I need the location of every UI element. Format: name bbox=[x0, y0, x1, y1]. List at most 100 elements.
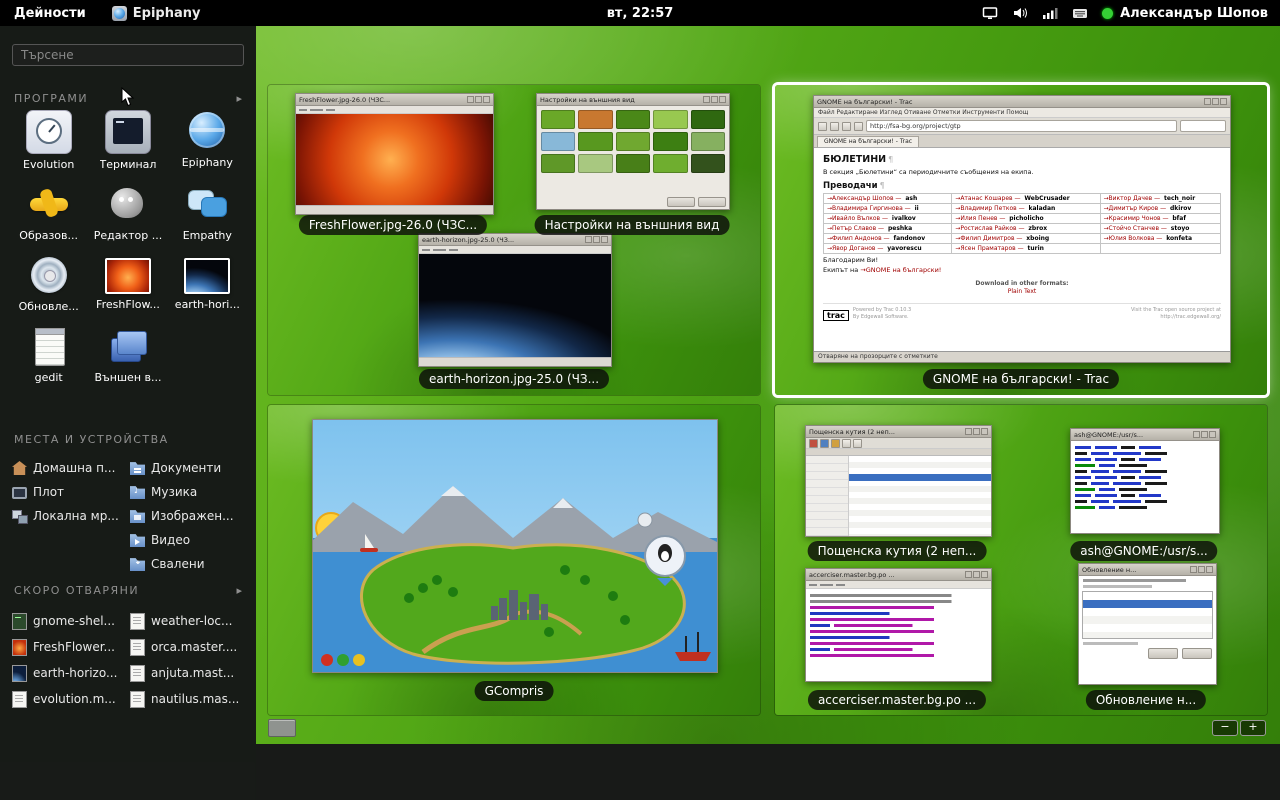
recent-item[interactable]: FreshFlower... bbox=[12, 634, 124, 660]
translator-cell: →Явор Доганов — yavorescu bbox=[824, 244, 952, 254]
gcompris-scene bbox=[313, 420, 717, 672]
workspace-4[interactable]: Пощенска кутия (2 неп... ash@GNOME:/usr/… bbox=[775, 405, 1267, 715]
app-item-gcompris[interactable]: Образов... bbox=[9, 183, 88, 242]
app-item-gimp[interactable]: Редактор ... bbox=[88, 183, 167, 242]
recent-item[interactable]: orca.master.... bbox=[130, 634, 248, 660]
team-link: →GNOME на български! bbox=[860, 266, 941, 274]
window-label: Обновление н... bbox=[1086, 690, 1206, 710]
window-mail[interactable]: Пощенска кутия (2 неп... bbox=[805, 425, 992, 537]
empathy-chat-icon bbox=[185, 183, 229, 225]
place-item-documents[interactable]: Документи bbox=[130, 456, 248, 480]
window-appearance-settings[interactable]: Настройки на външния вид bbox=[536, 93, 730, 210]
zoom-in-button[interactable]: + bbox=[1240, 720, 1266, 736]
app-item-gedit[interactable]: gedit bbox=[9, 325, 88, 384]
place-item-downloads[interactable]: Свалени bbox=[130, 552, 248, 576]
translator-cell: →Ивайло Вълков — ivalkov bbox=[824, 214, 952, 224]
dialog-button bbox=[1182, 648, 1212, 659]
places-header: МЕСТА И УСТРОЙСТВА bbox=[14, 433, 169, 446]
workspace-2[interactable]: GNOME на български! - Trac Файл Редактир… bbox=[775, 85, 1267, 395]
translator-cell: →Красимир Чонов — bfaf bbox=[1100, 214, 1220, 224]
volume-icon[interactable] bbox=[1012, 5, 1028, 21]
network-signal-icon[interactable] bbox=[1042, 5, 1058, 21]
workspace-switcher-handle[interactable] bbox=[268, 719, 296, 737]
window-title: earth-horizon.jpg-25.0 (ЧЗ... bbox=[422, 236, 583, 244]
window-label: ash@GNOME:/usr/s... bbox=[1070, 541, 1217, 561]
app-item-terminal[interactable]: Терминал bbox=[88, 110, 167, 171]
dialog-button bbox=[1148, 648, 1178, 659]
search-input[interactable] bbox=[12, 44, 244, 66]
window-title: ash@GNOME:/usr/s... bbox=[1074, 431, 1191, 439]
app-item-empathy[interactable]: Empathy bbox=[168, 183, 247, 242]
window-browser-trac[interactable]: GNOME на български! - Trac Файл Редактир… bbox=[813, 95, 1231, 363]
translator-cell: →Петър Славов — peshka bbox=[824, 224, 952, 234]
place-item-network[interactable]: Локална мр... bbox=[12, 504, 124, 528]
user-name: Александър Шопов bbox=[1120, 6, 1268, 21]
place-item-music[interactable]: Музика bbox=[130, 480, 248, 504]
recent-item[interactable]: gnome-shel... bbox=[12, 608, 124, 634]
download-formats: Download in other formats: Plain Text bbox=[823, 280, 1221, 295]
window-freshflower-viewer[interactable]: FreshFlower.jpg-26.0 (ЧЗС... bbox=[295, 93, 494, 215]
anchor-icon: ¶ bbox=[880, 181, 885, 190]
app-item-evolution[interactable]: Evolution bbox=[9, 110, 88, 171]
search-field bbox=[1180, 120, 1226, 132]
keyboard-input-icon[interactable] bbox=[1072, 5, 1088, 21]
workspace-3[interactable]: GCompris bbox=[268, 405, 760, 715]
desktop-icon bbox=[12, 487, 27, 499]
user-menu[interactable]: Александър Шопов bbox=[1102, 6, 1268, 21]
top-bar: Дейности Epiphany вт, 22:57 Александър bbox=[0, 0, 1280, 26]
window-earth-viewer[interactable]: earth-horizon.jpg-25.0 (ЧЗ... bbox=[418, 233, 612, 367]
network-icon bbox=[12, 509, 27, 523]
mail-list-area bbox=[806, 456, 991, 536]
menu-bar bbox=[419, 246, 611, 254]
programs-expander-icon[interactable]: ▸ bbox=[236, 92, 242, 105]
browser-menu-bar: Файл Редактиране Изглед Отиване Отметки … bbox=[814, 108, 1230, 118]
window-terminal[interactable]: ash@GNOME:/usr/s... bbox=[1070, 428, 1220, 534]
documents-folder-icon bbox=[130, 461, 145, 475]
window-title: GNOME на български! - Trac bbox=[817, 98, 1202, 106]
bulletins-paragraph: В секция „Бюлетини“ са периодичните съоб… bbox=[823, 168, 1221, 176]
window-title: Настройки на външния вид bbox=[540, 96, 701, 104]
window-label: earth-horizon.jpg-25.0 (ЧЗ... bbox=[419, 369, 609, 389]
display-icon[interactable] bbox=[982, 5, 998, 21]
update-dialog-content bbox=[1079, 576, 1216, 684]
app-item-earth-horizon[interactable]: earth-hori... bbox=[168, 254, 247, 313]
browser-status-bar: Отваряне на прозорците с отметките bbox=[814, 351, 1230, 362]
app-item-updates[interactable]: Обновле... bbox=[9, 254, 88, 313]
trac-page-content: БЮЛЕТИНИ¶ В секция „Бюлетини“ са периоди… bbox=[814, 148, 1230, 351]
url-bar: http://fsa-bg.org/project/gtp bbox=[866, 120, 1177, 132]
tab-strip: GNOME на български! - Trac bbox=[814, 135, 1230, 148]
recent-item[interactable]: weather-loc... bbox=[130, 608, 248, 634]
window-label: GNOME на български! - Trac bbox=[923, 369, 1119, 389]
place-item-home[interactable]: Домашна п... bbox=[12, 456, 124, 480]
terminal-icon bbox=[105, 110, 151, 154]
window-po-editor[interactable]: accerciser.master.bg.po ... bbox=[805, 568, 992, 682]
translator-cell: →Ясен Праматаров — turin bbox=[952, 244, 1100, 254]
recent-item[interactable]: evolution.m... bbox=[12, 686, 124, 712]
app-menu-label: Epiphany bbox=[133, 6, 201, 21]
place-item-pictures[interactable]: Изображен... bbox=[130, 504, 248, 528]
external-drive-icon bbox=[106, 325, 150, 367]
recent-item[interactable]: earth-horizo... bbox=[12, 660, 124, 686]
places-column-left: Домашна п... Плот Локална мр... bbox=[12, 456, 124, 528]
translator-cell bbox=[1100, 244, 1220, 254]
recent-item[interactable]: nautilus.mas... bbox=[130, 686, 248, 712]
recent-item[interactable]: anjuta.mast... bbox=[130, 660, 248, 686]
place-item-desktop[interactable]: Плот bbox=[12, 480, 124, 504]
window-title: accerciser.master.bg.po ... bbox=[809, 571, 963, 579]
place-item-videos[interactable]: Видео bbox=[130, 528, 248, 552]
status-bar bbox=[419, 357, 611, 366]
recent-expander-icon[interactable]: ▸ bbox=[236, 584, 242, 597]
window-update-manager[interactable]: Обновление н... bbox=[1078, 563, 1217, 685]
app-item-epiphany[interactable]: Epiphany bbox=[168, 110, 247, 171]
workspace-1[interactable]: FreshFlower.jpg-26.0 (ЧЗС... Настройки н… bbox=[268, 85, 760, 395]
clock[interactable]: вт, 22:57 bbox=[607, 6, 674, 21]
forward-icon bbox=[830, 122, 839, 131]
evolution-icon bbox=[26, 110, 72, 154]
window-gcompris[interactable] bbox=[312, 419, 718, 673]
app-item-external-volume[interactable]: Външен в... bbox=[88, 325, 167, 384]
app-menu[interactable]: Epiphany bbox=[112, 6, 201, 21]
activities-button[interactable]: Дейности bbox=[8, 6, 92, 21]
plain-text-link: Plain Text bbox=[823, 288, 1221, 295]
zoom-out-button[interactable]: − bbox=[1212, 720, 1238, 736]
app-item-freshflower[interactable]: FreshFlow... bbox=[88, 254, 167, 313]
